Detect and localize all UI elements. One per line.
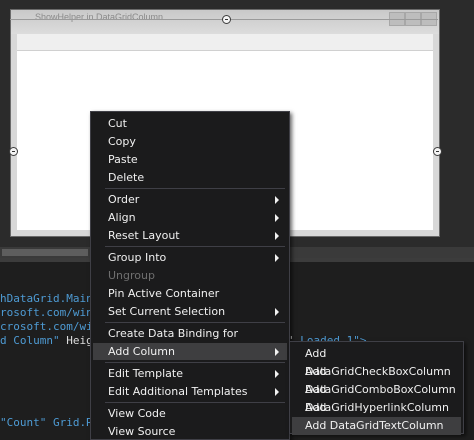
submenu-item-combobox-column[interactable]: Add DataGridComboBoxColumn [292, 363, 461, 396]
menu-item-order[interactable]: Order [93, 191, 287, 208]
add-column-submenu: Add DataGridCheckBoxColumn Add DataGridC… [289, 341, 464, 435]
menu-item-group-into[interactable]: Group Into [93, 249, 287, 266]
menu-item-align[interactable]: Align [93, 209, 287, 226]
menu-item-edit-additional-templates[interactable]: Edit Additional Templates [93, 383, 287, 400]
datagrid-header [17, 34, 433, 51]
menu-item-reset-layout[interactable]: Reset Layout [93, 227, 287, 244]
menu-separator [105, 246, 285, 247]
menu-item-label: Align [108, 211, 136, 224]
menu-separator [105, 362, 285, 363]
submenu-arrow-icon [275, 370, 279, 378]
submenu-arrow-icon [275, 388, 279, 396]
resize-handle-right[interactable] [433, 147, 442, 156]
menu-separator [105, 402, 285, 403]
menu-item-view-source[interactable]: View Source [93, 423, 287, 440]
menu-item-cut[interactable]: Cut [93, 115, 287, 132]
submenu-arrow-icon [275, 308, 279, 316]
menu-item-pin-active-container[interactable]: Pin Active Container [93, 285, 287, 302]
submenu-arrow-icon [275, 214, 279, 222]
menu-separator [105, 322, 285, 323]
menu-item-view-code[interactable]: View Code [93, 405, 287, 422]
submenu-item-hyperlink-column[interactable]: Add DataGridHyperlinkColumn [292, 381, 461, 414]
code-token: d Column" [0, 334, 67, 347]
submenu-arrow-icon [275, 348, 279, 356]
menu-item-label: Order [108, 193, 140, 206]
menu-item-label: Paste [108, 153, 138, 166]
submenu-item-checkbox-column[interactable]: Add DataGridCheckBoxColumn [292, 345, 461, 378]
menu-item-label: Edit Template [108, 367, 183, 380]
submenu-item-template-column[interactable]: Add DataGridTemplateColumn [292, 399, 461, 432]
menu-item-label: Cut [108, 117, 127, 130]
menu-item-delete[interactable]: Delete [93, 169, 287, 186]
scrollbar-thumb[interactable] [2, 249, 88, 256]
menu-item-label: Reset Layout [108, 229, 180, 242]
menu-item-label: Pin Active Container [108, 287, 220, 300]
menu-item-copy[interactable]: Copy [93, 133, 287, 150]
menu-item-add-column[interactable]: Add Column [93, 343, 287, 360]
menu-item-edit-template[interactable]: Edit Template [93, 365, 287, 382]
menu-item-label: Edit Additional Templates [108, 385, 248, 398]
menu-item-label: Group Into [108, 251, 167, 264]
resize-handle-left[interactable] [9, 147, 18, 156]
menu-item-ungroup[interactable]: Ungroup [93, 267, 287, 284]
menu-item-create-data-binding[interactable]: Create Data Binding for ItemsSource... [93, 325, 287, 357]
submenu-arrow-icon [275, 232, 279, 240]
menu-item-label: Add Column [108, 345, 175, 358]
menu-item-label: Ungroup [108, 269, 155, 282]
menu-item-label: View Source [108, 425, 176, 438]
context-menu: Cut Copy Paste Delete Order Align Reset … [90, 111, 290, 440]
submenu-item-text-column[interactable]: Add DataGridTextColumn [292, 417, 461, 435]
window-title: ShowHelper in DataGridColumn [35, 12, 164, 22]
menu-item-label: View Code [108, 407, 166, 420]
menu-item-label: Delete [108, 171, 145, 184]
submenu-arrow-icon [275, 196, 279, 204]
submenu-arrow-icon [275, 254, 279, 262]
resize-handle-top[interactable] [222, 15, 231, 24]
submenu-item-label: Add DataGridTextColumn [305, 419, 444, 432]
menu-item-set-current-selection[interactable]: Set Current Selection [93, 303, 287, 320]
menu-separator [105, 188, 285, 189]
menu-item-paste[interactable]: Paste [93, 151, 287, 168]
menu-item-label: Copy [108, 135, 136, 148]
menu-item-label: Set Current Selection [108, 305, 226, 318]
